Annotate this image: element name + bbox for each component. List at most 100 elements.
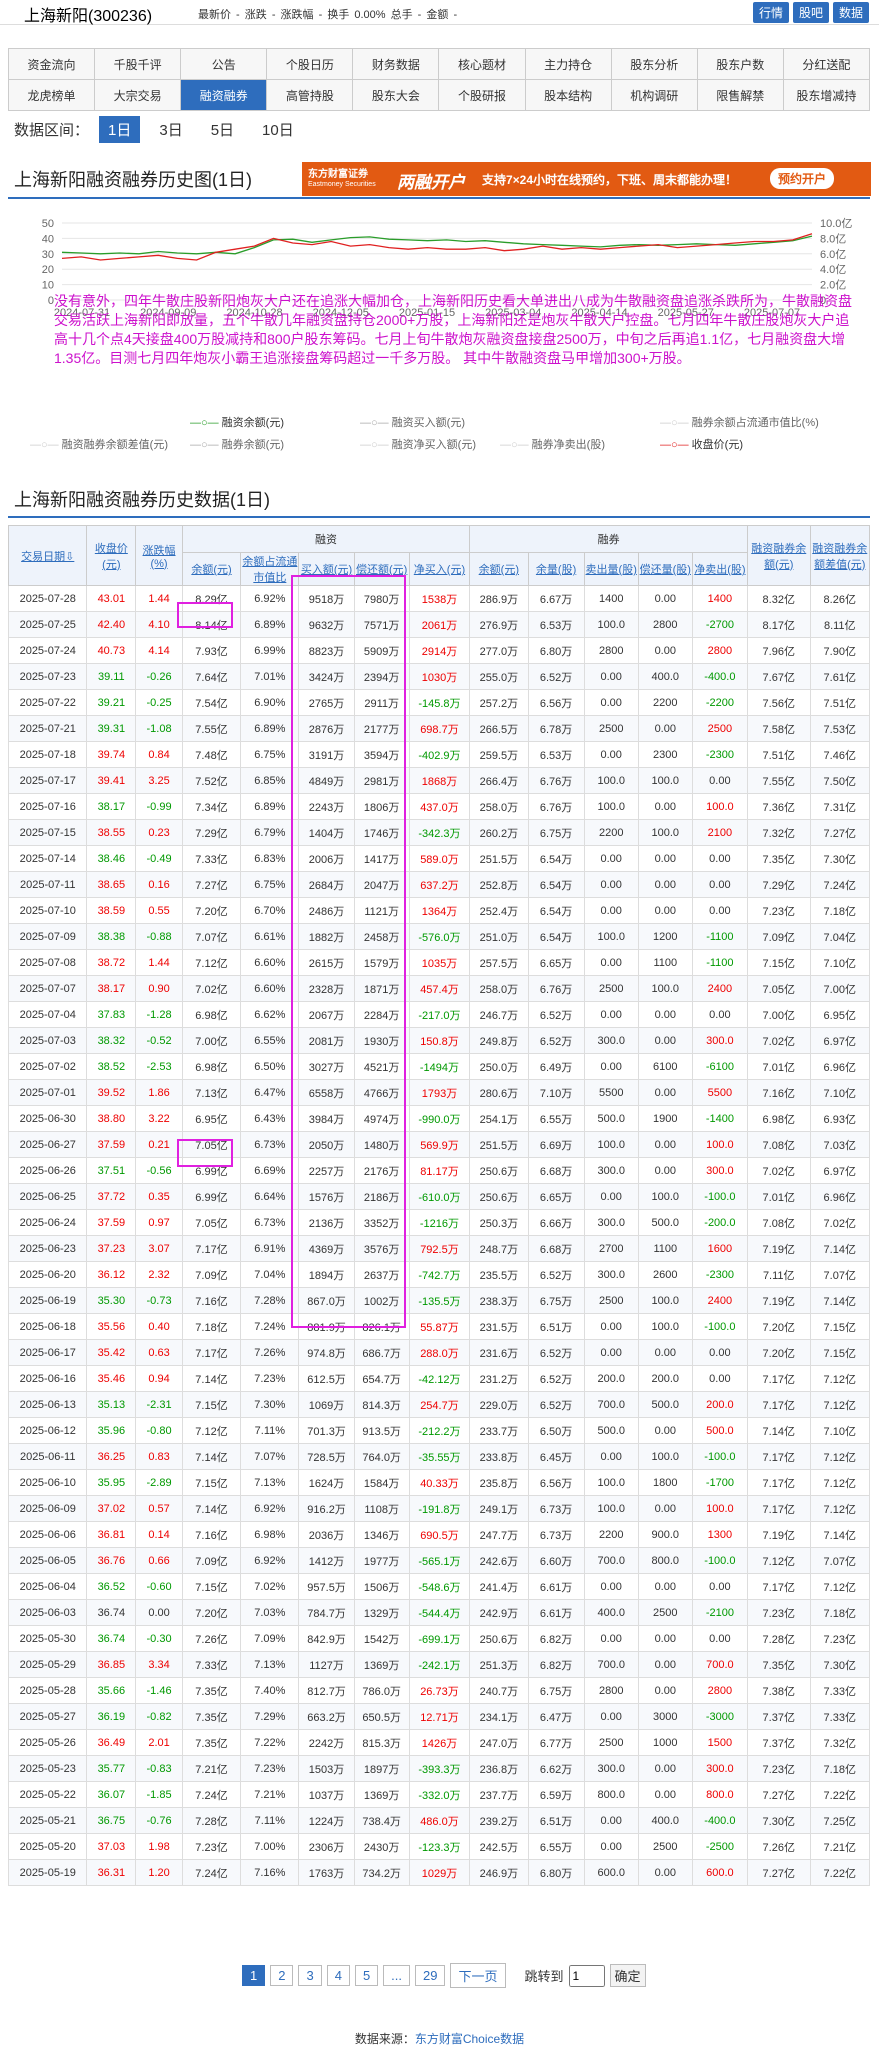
legend-item[interactable]: —○— 融资净买入额(元) [360,436,476,452]
table-cell: 7.30亿 [809,1651,871,1678]
nav-item[interactable]: 限售解禁 [696,79,784,111]
header-button-1[interactable]: 股吧 [792,2,829,23]
nav-item[interactable]: 股东大会 [352,79,440,111]
range-option[interactable]: 10日 [253,116,303,143]
table-cell: 7.33亿 [181,845,242,872]
nav-item[interactable]: 股本结构 [524,79,612,111]
range-option[interactable]: 3日 [150,116,191,143]
table-cell: -1494万 [408,1053,471,1080]
col-header[interactable]: 余额(元) [469,552,529,586]
ad-reserve-button[interactable]: 预约开户 [770,168,835,189]
table-cell: 6.53万 [527,741,585,768]
table-cell: 2025-06-04 [7,1573,88,1600]
table-cell: 6.56万 [527,689,585,716]
nav-item[interactable]: 个股日历 [266,48,354,80]
table-cell: -0.52 [135,1027,183,1054]
table-cell: 6.55万 [527,1105,585,1132]
nav-item[interactable]: 融资融券 [180,79,268,111]
range-option[interactable]: 1日 [99,116,141,143]
page-link[interactable]: 29 [415,1965,446,1986]
nav-item[interactable]: 主力持仓 [524,48,612,80]
col-header-close[interactable]: 收盘价(元) [86,525,137,586]
table-cell: 7.24亿 [181,1859,242,1886]
legend-item[interactable]: —○— 融资余额(元) [190,414,284,430]
table-cell: 7.02% [240,1573,300,1600]
jump-page-input[interactable] [568,1964,605,1987]
table-cell: 457.4万 [408,975,471,1002]
table-cell: 2025-07-10 [7,897,88,924]
nav-item[interactable]: 核心题材 [438,48,526,80]
page-link[interactable]: 5 [354,1965,379,1986]
table-row: 2025-07-09 38.38 -0.88 7.07亿 6.61% 1882万 2458万… [7,923,871,950]
nav-item[interactable]: 财务数据 [352,48,440,80]
legend-item[interactable]: —○— 收盘价(元) [660,436,743,452]
table-cell: 6.62万 [527,1755,585,1782]
table-cell: 8.11亿 [809,611,871,638]
table-cell: 8.32亿 [746,585,811,612]
table-cell: 251.5万 [469,1131,529,1158]
nav-item[interactable]: 机构调研 [610,79,698,111]
nav-item[interactable]: 个股研报 [438,79,526,111]
col-header[interactable]: 余额(元) [181,552,242,586]
col-header[interactable]: 偿还量(股) [637,552,693,586]
legend-label: 融资买入额(元) [391,417,465,429]
header-button-2[interactable]: 数据 [832,2,869,23]
table-cell: 6.98% [240,1521,300,1548]
jump-confirm-button[interactable]: 确定 [609,1964,646,1987]
page-link[interactable]: 1 [242,1965,266,1986]
table-cell: 236.8万 [469,1755,529,1782]
col-header[interactable]: 净卖出(股) [691,552,748,586]
nav-item[interactable]: 龙虎榜单 [7,79,96,111]
page-link[interactable]: 4 [326,1965,350,1986]
table-cell: 6.53万 [527,611,585,638]
legend-item[interactable]: —○— 融券余额占流通市值比(%) [660,414,819,430]
col-header-balance-diff[interactable]: 融资融券余额差值(元) [809,525,871,586]
table-row: 2025-07-11 38.65 0.16 7.27亿 6.75% 2684万 2047万 6… [7,871,871,898]
legend-label: 融券余额(元) [221,439,284,451]
legend-item[interactable]: —○— 融券余额(元) [190,436,284,452]
header-button-0[interactable]: 行情 [752,2,789,23]
col-header[interactable]: 卖出量(股) [583,552,639,586]
legend-item[interactable]: —○— 融资融券余额差值(元) [30,436,168,452]
nav-item[interactable]: 大宗交易 [94,79,182,111]
source-link[interactable]: 东方财富Choice数据 [415,2032,524,2046]
table-cell: 7.17亿 [746,1365,811,1392]
page-link[interactable]: ... [383,1965,411,1986]
nav-item[interactable]: 公告 [180,48,268,80]
table-cell: 229.0万 [469,1391,529,1418]
col-header[interactable]: 余量(股) [527,552,585,586]
legend-item[interactable]: —○— 融券净卖出(股) [500,436,605,452]
page-link[interactable]: 2 [270,1965,294,1986]
table-cell: 6.69万 [527,1131,585,1158]
col-header-date[interactable]: 交易日期⇩ [7,525,88,586]
nav-item[interactable]: 分红送配 [782,48,871,80]
table-cell: 698.7万 [408,715,471,742]
table-cell: 2200 [637,689,693,716]
table-cell: 1584万 [353,1469,410,1496]
col-header-change[interactable]: 涨跌幅(%) [135,525,183,586]
table-cell: 1763万 [298,1859,355,1886]
table-cell: 700.0 [583,1651,639,1678]
table-cell: 0.94 [135,1365,183,1392]
nav-item[interactable]: 高管持股 [266,79,354,111]
table-cell: 0.00 [135,1599,183,1626]
nav-item[interactable]: 股东分析 [610,48,698,80]
table-cell: 500.0 [583,1105,639,1132]
next-page-button[interactable]: 下一页 [450,1963,506,1988]
range-option[interactable]: 5日 [202,116,243,143]
page-link[interactable]: 3 [298,1965,322,1986]
nav-item[interactable]: 千股千评 [94,48,182,80]
legend-item[interactable]: —○— 融资买入额(元) [360,414,465,430]
nav-item[interactable]: 股东户数 [696,48,784,80]
table-cell: 0.00 [691,845,748,872]
nav-item[interactable]: 资金流向 [7,48,96,80]
nav-item[interactable]: 股东增减持 [782,79,871,111]
table-cell: 7.27亿 [746,1859,811,1886]
user-annotation-text: 没有意外，四年牛散庄股新阳炮灰大户还在追涨大幅加仓，上海新阳历史看大单进出八成为… [54,293,852,366]
col-header-total-balance[interactable]: 融资融券余额(元) [746,525,811,586]
table-cell: 500.0 [637,1209,693,1236]
col-header[interactable]: 净买入(元) [408,552,471,586]
ad-banner[interactable]: 东方财富证券 Eastmoney Securities 两融开户 支持7×24小… [302,162,871,196]
table-cell: 3.07 [135,1235,183,1262]
table-cell: 36.74 [86,1625,137,1652]
